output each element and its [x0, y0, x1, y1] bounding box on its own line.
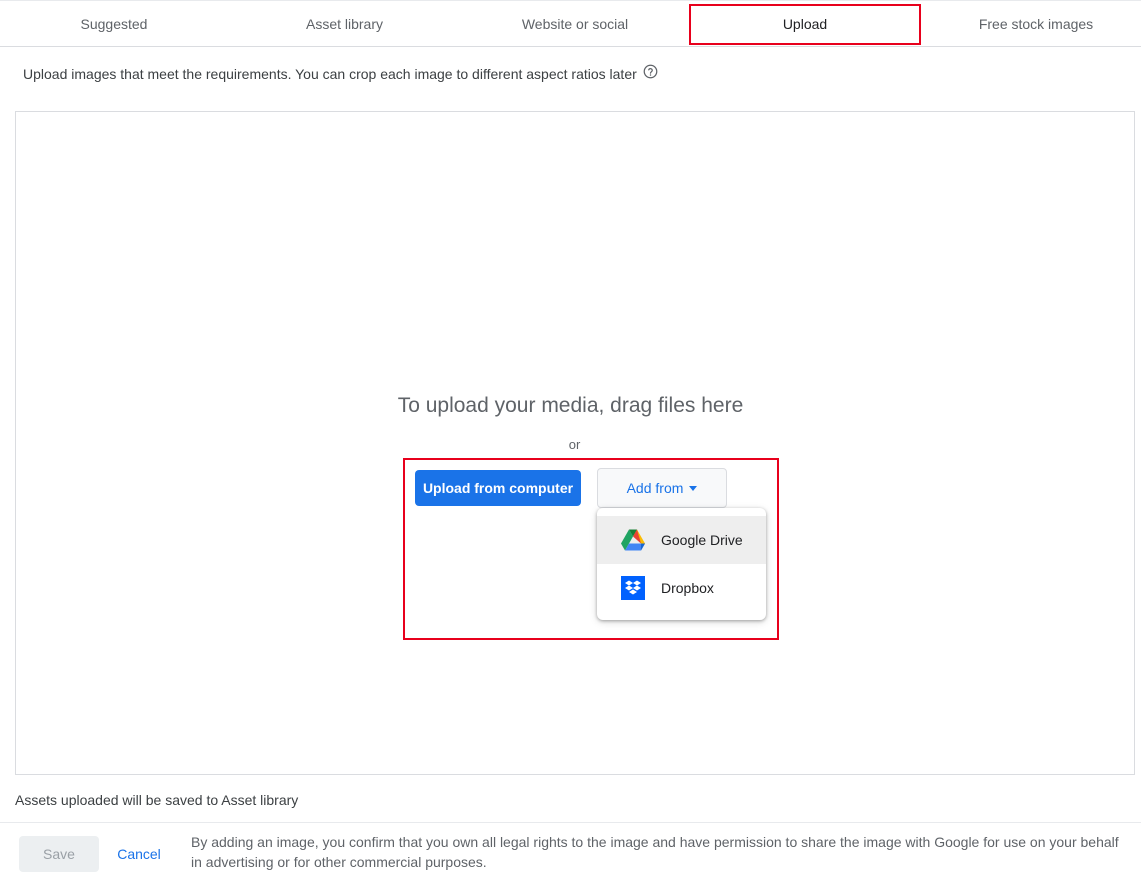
add-from-button[interactable]: Add from [597, 468, 727, 508]
description-label: Upload images that meet the requirements… [23, 66, 637, 82]
menu-item-google-drive[interactable]: Google Drive [597, 516, 766, 564]
legal-disclaimer: By adding an image, you confirm that you… [191, 834, 1119, 870]
tab-website-or-social[interactable]: Website or social [461, 1, 689, 47]
tab-free-stock-images[interactable]: Free stock images [921, 1, 1141, 47]
asset-library-note: Assets uploaded will be saved to Asset l… [15, 792, 299, 808]
caret-down-icon [689, 485, 698, 491]
upload-requirements-text: Upload images that meet the requirements… [23, 64, 658, 82]
help-icon[interactable] [643, 64, 658, 79]
google-drive-icon [620, 528, 645, 553]
cancel-button[interactable]: Cancel [112, 836, 166, 872]
dropbox-icon [620, 576, 645, 601]
drag-files-title: To upload your media, drag files here [397, 394, 744, 417]
menu-item-dropbox[interactable]: Dropbox [597, 564, 766, 612]
add-from-menu: Google Drive Dropbox [597, 508, 766, 620]
dropbox-label: Dropbox [661, 580, 714, 596]
or-separator: or [568, 437, 581, 452]
add-from-label: Add from [626, 480, 684, 496]
tab-upload[interactable]: Upload [689, 1, 921, 47]
google-drive-label: Google Drive [661, 532, 743, 548]
tab-bar: Suggested Asset library Website or socia… [0, 0, 1141, 47]
upload-from-computer-button[interactable]: Upload from computer [415, 470, 581, 506]
save-button[interactable]: Save [19, 836, 99, 872]
tab-suggested[interactable]: Suggested [0, 1, 228, 47]
footer: Save Cancel By adding an image, you conf… [0, 822, 1141, 876]
tab-asset-library[interactable]: Asset library [228, 1, 461, 47]
